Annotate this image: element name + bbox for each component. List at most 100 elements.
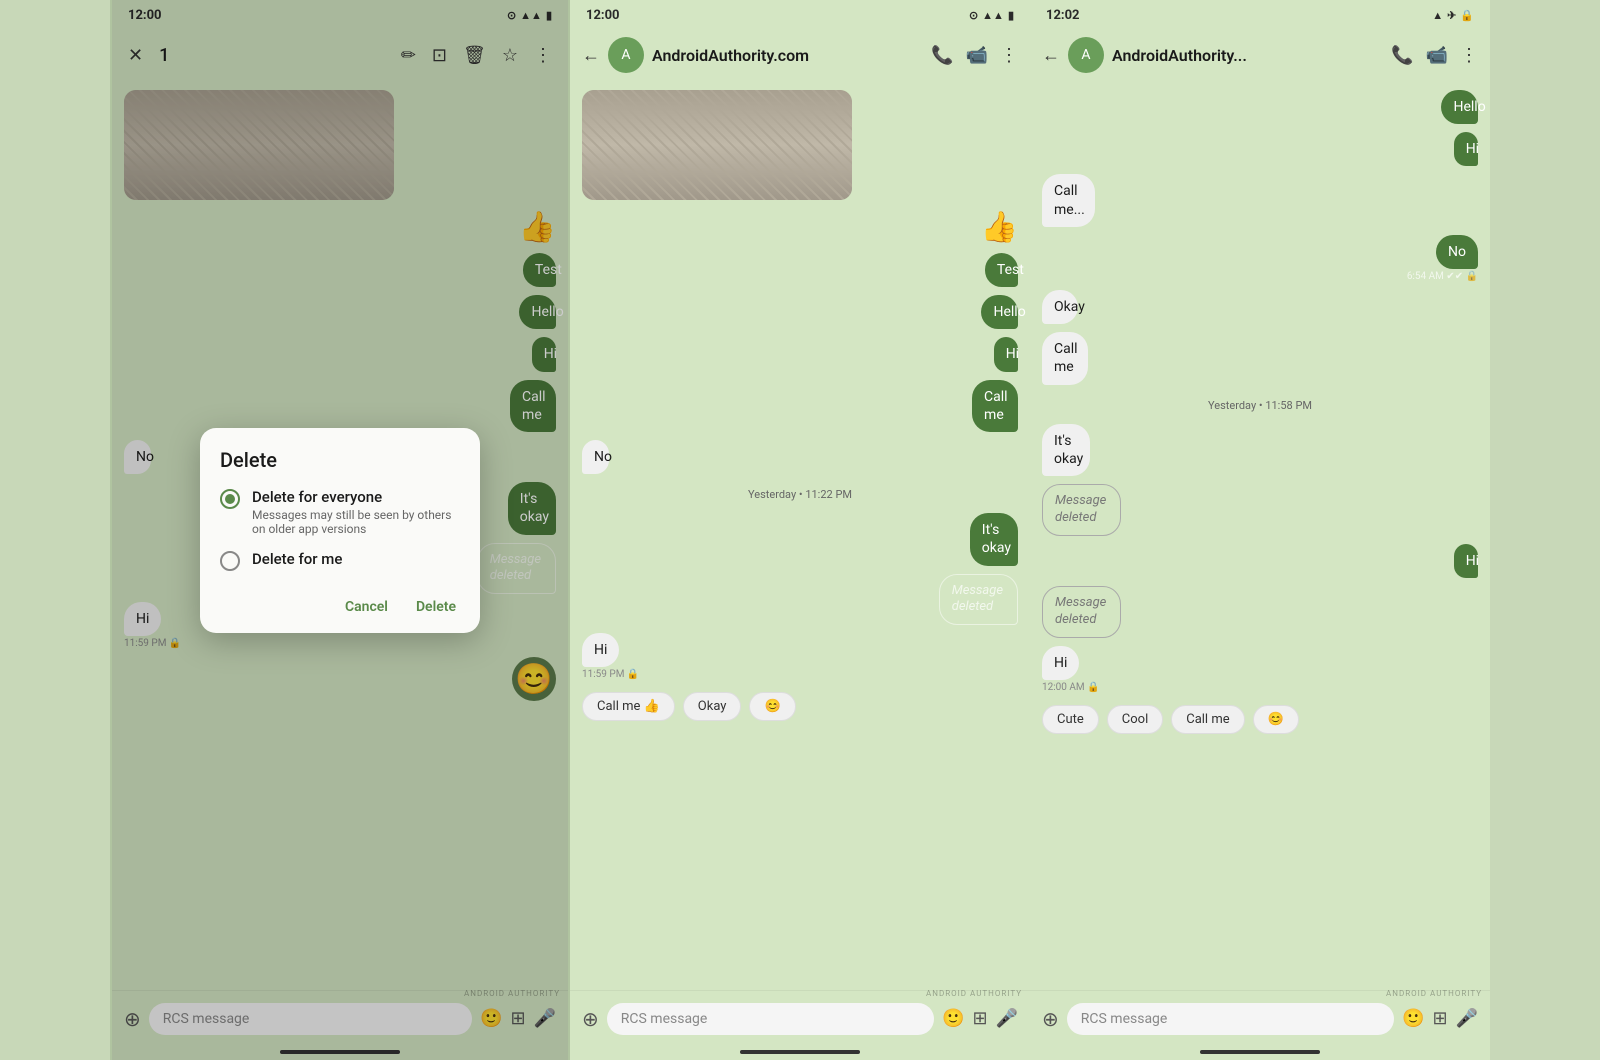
msg-row: Message deleted: [582, 574, 1018, 626]
msg-bubble: Okay: [1042, 290, 1078, 324]
sticker-icon-3[interactable]: ⊞: [1432, 1008, 1447, 1029]
quick-replies-2: Call me 👍 Okay 😊: [582, 688, 1018, 723]
msg-bubble: Hello: [981, 295, 1018, 329]
msg-time: 11:59 PM 🔒: [582, 669, 639, 680]
dialog-title: Delete: [220, 448, 460, 472]
msg-row: Message deleted: [1042, 586, 1478, 638]
date-divider-3: Yesterday • 11:58 PM: [1042, 399, 1478, 412]
deleted-msg-bubble: Message deleted: [939, 574, 1018, 626]
emoji-icon-3[interactable]: 🙂: [1402, 1008, 1424, 1029]
phone-icon-3[interactable]: 📞: [1391, 45, 1413, 66]
more-icon-2[interactable]: ⋮: [1000, 45, 1018, 66]
msg-row: 👍: [582, 210, 1018, 245]
option-me-text: Delete for me: [252, 550, 460, 568]
status-bar-3: 12:02 ▲ ✈ 🔒: [1030, 0, 1490, 28]
quick-replies-3: Cute Cool Call me 😊: [1042, 701, 1478, 736]
option-everyone-text: Delete for everyone Messages may still b…: [252, 488, 460, 536]
deleted-msg-bubble: Message deleted: [1042, 586, 1121, 638]
lock-icon: 🔒: [1460, 9, 1474, 22]
add-icon-3[interactable]: ⊕: [1042, 1007, 1059, 1031]
back-icon-3[interactable]: ←: [1042, 45, 1060, 66]
msg-row: Hello: [1042, 90, 1478, 124]
msg-row: Call me: [582, 380, 1018, 432]
watermark-2: ANDROID AUTHORITY: [926, 989, 1022, 998]
wifi-icon: ▲: [1432, 9, 1443, 22]
delete-dialog-overlay: Delete Delete for everyone Messages may …: [112, 0, 568, 1060]
delete-me-option[interactable]: Delete for me: [220, 550, 460, 571]
avatar-letter-2: A: [621, 47, 630, 63]
chip-smiley[interactable]: 😊: [749, 692, 795, 721]
chat-toolbar-3: ← A AndroidAuthority... 📞 📹 ⋮: [1030, 28, 1490, 82]
msg-bubble: No: [1436, 235, 1478, 269]
status-icons-2: ⊙ ▲▲ ▮: [969, 9, 1014, 22]
date-divider-2: Yesterday • 11:22 PM: [582, 488, 1018, 501]
delete-button[interactable]: Delete: [412, 593, 460, 621]
dialog-actions: Cancel Delete: [220, 585, 460, 621]
msg-bubble: Hi: [1454, 544, 1478, 578]
phone-icon-2[interactable]: 📞: [931, 45, 953, 66]
msg-bubble: Test: [985, 253, 1018, 287]
radio-inner-everyone: [225, 494, 235, 504]
chip-call-me-3[interactable]: Call me: [1171, 705, 1244, 734]
voice-icon-3[interactable]: 🎤: [1456, 1008, 1478, 1029]
signal-icon-2: ▲▲: [982, 9, 1004, 22]
msg-row: Hi: [1042, 544, 1478, 578]
option-me-label: Delete for me: [252, 550, 460, 568]
video-icon-3[interactable]: 📹: [1426, 45, 1448, 66]
msg-bubble: Hi: [1454, 132, 1478, 166]
cancel-button[interactable]: Cancel: [341, 593, 392, 621]
msg-bubble: No: [582, 440, 609, 474]
msg-row: No: [582, 440, 1018, 474]
status-time-3: 12:02: [1046, 8, 1080, 23]
msg-row: Call me: [1042, 332, 1478, 384]
msg-time: 12:00 AM 🔒: [1042, 682, 1100, 693]
msg-row: Hello: [582, 295, 1018, 329]
emoji-icon-2[interactable]: 🙂: [942, 1008, 964, 1029]
msg-bubble: Call me...: [1042, 174, 1095, 226]
input-bar-2: ⊕ RCS message 🙂 ⊞ 🎤: [570, 990, 1030, 1046]
msg-bubble: Hi: [994, 337, 1018, 371]
thumbs-up-emoji-2: 👍: [981, 210, 1018, 245]
more-icon-3[interactable]: ⋮: [1460, 45, 1478, 66]
chip-smiley-3[interactable]: 😊: [1253, 705, 1299, 734]
message-input-3[interactable]: RCS message: [1067, 1003, 1394, 1035]
msg-row: Hi: [582, 337, 1018, 371]
chip-cool[interactable]: Cool: [1107, 705, 1163, 734]
toolbar-action-icons-3: 📞 📹 ⋮: [1391, 45, 1478, 66]
chat-area-3: Hello Hi Call me... No 6:54 AM ✔✔ 🔒 Okay: [1030, 82, 1490, 990]
chat-toolbar-2: ← A AndroidAuthority.com 📞 📹 ⋮: [570, 28, 1030, 82]
msg-row: No 6:54 AM ✔✔ 🔒: [1042, 235, 1478, 282]
msg-row: Hi 12:00 AM 🔒: [1042, 646, 1478, 693]
msg-row: It's okay: [1042, 424, 1478, 476]
contact-name-3[interactable]: AndroidAuthority...: [1112, 46, 1383, 65]
msg-row: Hi 11:59 PM 🔒: [582, 633, 1018, 680]
chip-call-me[interactable]: Call me 👍: [582, 692, 675, 721]
msg-bubble: Hi: [1042, 646, 1079, 680]
radio-everyone[interactable]: [220, 489, 240, 509]
phone-frame-3: 12:02 ▲ ✈ 🔒 ← A AndroidAuthority... 📞 📹 …: [1030, 0, 1490, 1060]
back-icon-2[interactable]: ←: [582, 45, 600, 66]
chip-cute[interactable]: Cute: [1042, 705, 1099, 734]
radio-me[interactable]: [220, 551, 240, 571]
voice-icon-2[interactable]: 🎤: [996, 1008, 1018, 1029]
watermark-3: ANDROID AUTHORITY: [1386, 989, 1482, 998]
contact-avatar-2: A: [608, 37, 644, 73]
home-indicator-2: [740, 1050, 860, 1054]
chat-area-2: 👍 Test Hello Hi Call me No Ye: [570, 82, 1030, 990]
contact-name-2[interactable]: AndroidAuthority.com: [652, 46, 923, 65]
msg-time: 6:54 AM ✔✔ 🔒: [1407, 271, 1478, 282]
deleted-msg-bubble: Message deleted: [1042, 484, 1121, 536]
chip-okay[interactable]: Okay: [683, 692, 742, 721]
message-input-2[interactable]: RCS message: [607, 1003, 934, 1035]
msg-bubble: Call me: [1042, 332, 1088, 384]
contact-avatar-3: A: [1068, 37, 1104, 73]
option-everyone-label: Delete for everyone: [252, 488, 460, 506]
delete-everyone-option[interactable]: Delete for everyone Messages may still b…: [220, 488, 460, 536]
airplane-icon: ✈: [1447, 9, 1456, 22]
phone-frame-2: 12:00 ⊙ ▲▲ ▮ ← A AndroidAuthority.com 📞 …: [570, 0, 1030, 1060]
add-icon-2[interactable]: ⊕: [582, 1007, 599, 1031]
msg-bubble: It's okay: [1042, 424, 1090, 476]
toolbar-action-icons-2: 📞 📹 ⋮: [931, 45, 1018, 66]
sticker-icon-2[interactable]: ⊞: [972, 1008, 987, 1029]
video-icon-2[interactable]: 📹: [966, 45, 988, 66]
